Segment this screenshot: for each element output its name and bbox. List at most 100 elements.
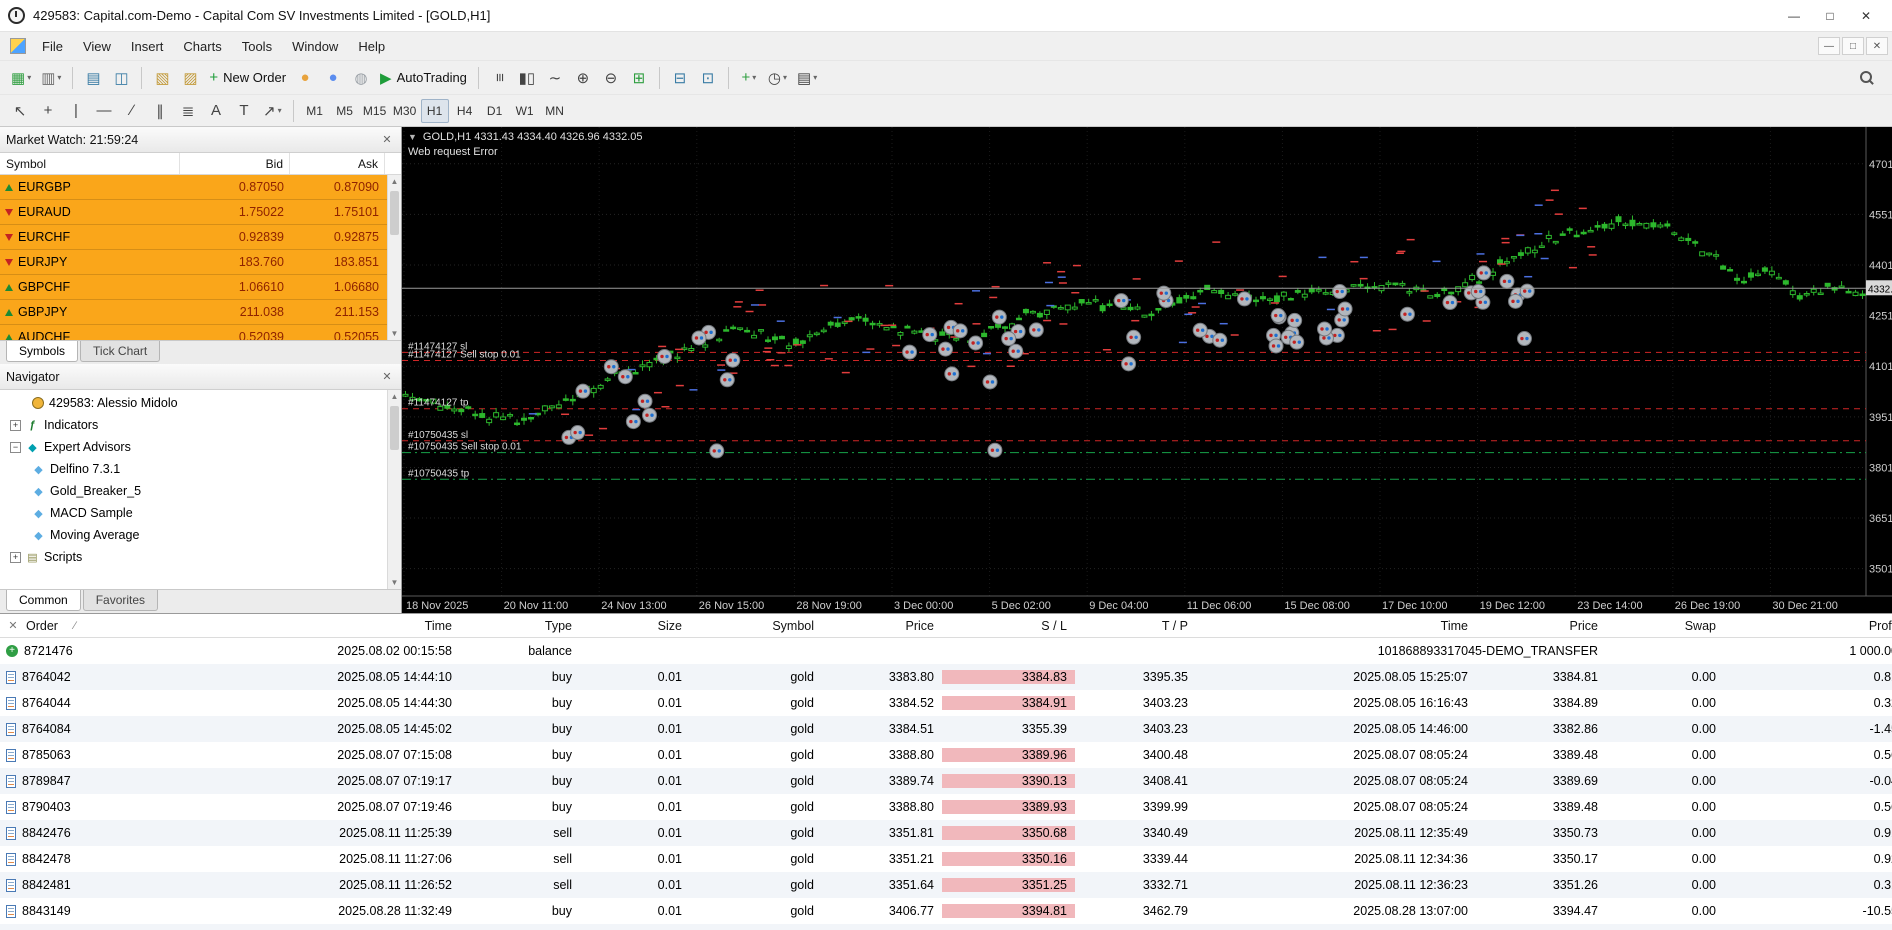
scroll-up-icon[interactable]: ▲ [388, 175, 401, 188]
tree-item-indicators[interactable]: + ƒ Indicators [0, 414, 401, 436]
chart-close-button[interactable]: ✕ [1866, 37, 1888, 55]
minimize-button[interactable]: — [1776, 3, 1812, 29]
search-button[interactable] [1854, 65, 1880, 91]
web-terminal-button[interactable]: ◍ [348, 65, 374, 91]
navigator-close-icon[interactable]: ✕ [379, 370, 395, 383]
tab-tick-chart[interactable]: Tick Chart [80, 341, 161, 362]
terminal-row-8721476[interactable]: +8721476 2025.08.02 00:15:58 balance 101868… [0, 638, 1892, 664]
market-watch-row-gbpjpy[interactable]: GBPJPY 211.038 211.153 [0, 300, 401, 325]
tree-item-delfino-7-3-1[interactable]: ◆ Delfino 7.3.1 [0, 458, 401, 480]
tree-item-expert-advisors[interactable]: − ◆ Expert Advisors [0, 436, 401, 458]
zoom-out-button[interactable]: ⊖ [598, 65, 624, 91]
terminal-row-8764042[interactable]: 8764042 2025.08.05 14:44:10 buy 0.01 gold 338… [0, 664, 1892, 690]
tab-common[interactable]: Common [6, 590, 81, 611]
terminal-close-icon[interactable]: ✕ [6, 619, 20, 632]
terminal-row-8790403[interactable]: 8790403 2025.08.07 07:19:46 buy 0.01 gold 338… [0, 794, 1892, 820]
chart-bars-button[interactable]: ≡ [486, 65, 512, 91]
community-button[interactable]: ● [320, 65, 346, 91]
chart-restore-button[interactable]: □ [1842, 37, 1864, 55]
navigator-scrollbar[interactable]: ▲ ▼ [387, 390, 401, 589]
scroll-up-icon[interactable]: ▲ [388, 390, 401, 403]
timeframe-m5-button[interactable]: M5 [331, 99, 359, 123]
tree-item-429583-alessio-midolo[interactable]: 429583: Alessio Midolo [0, 392, 401, 414]
terminal-row-8842478[interactable]: 8842478 2025.08.11 11:27:06 sell 0.01 gold 33… [0, 846, 1892, 872]
zoom-in-button[interactable]: ⊕ [570, 65, 596, 91]
mql5-market-button[interactable]: ● [292, 65, 318, 91]
cursor-tool-button[interactable]: ↖ [7, 98, 33, 124]
terminal-row-8842481[interactable]: 8842481 2025.08.11 11:26:52 sell 0.01 gold 33… [0, 872, 1892, 898]
terminal-toggle-button[interactable]: ▨ [177, 65, 203, 91]
chart-profiles-button[interactable]: ▥ ▾ [37, 65, 65, 91]
auto-scroll-button[interactable]: ⊟ [667, 65, 693, 91]
timeframe-mn-button[interactable]: MN [541, 99, 569, 123]
chart-canvas[interactable]: ▼ GOLD,H1 4331.43 4334.40 4326.96 4332.0… [402, 127, 1892, 613]
scroll-down-icon[interactable]: ▼ [388, 327, 401, 340]
terminal-row-8855093[interactable]: 88550932025.08.11 11:39:01sell0.01gold33… [0, 924, 1892, 930]
data-window-toggle-button[interactable]: ◫ [108, 65, 134, 91]
market-watch-row-audchf[interactable]: AUDCHF 0.52039 0.52055 [0, 325, 401, 340]
tree-item-gold-breaker-5[interactable]: ◆ Gold_Breaker_5 [0, 480, 401, 502]
arrows-tool-button[interactable]: ↗ ▾ [259, 98, 286, 124]
close-button[interactable]: ✕ [1848, 3, 1884, 29]
trendline-tool-button[interactable]: ∕ [119, 98, 145, 124]
text-label-tool-button[interactable]: T [231, 98, 257, 124]
crosshair-tool-button[interactable]: + [35, 98, 61, 124]
tree-item-macd-sample[interactable]: ◆ MACD Sample [0, 502, 401, 524]
menu-tools[interactable]: Tools [232, 35, 282, 58]
market-watch-scrollbar[interactable]: ▲ ▼ [387, 175, 401, 340]
expand-plus-icon[interactable]: + [10, 419, 21, 431]
navigator-toggle-button[interactable]: ▧ [149, 65, 175, 91]
timeframe-h1-button[interactable]: H1 [420, 98, 449, 123]
chart-templates-button[interactable]: ▤ ▾ [793, 65, 821, 91]
chart-menu-caret-icon[interactable]: ▼ [408, 132, 417, 142]
chart-svg[interactable]: 4701 4551 4401 4251 4101 3951 3801 3651 3501 18 N… [402, 127, 1892, 613]
menu-help[interactable]: Help [348, 35, 395, 58]
timeframe-m1-button[interactable]: M1 [301, 99, 329, 123]
chart-candles-button[interactable]: ▮▯ [514, 65, 540, 91]
new-order-button[interactable]: + New Order [205, 65, 290, 91]
terminal-row-8843149[interactable]: 8843149 2025.08.28 11:32:49 buy 0.01 gold 340… [0, 898, 1892, 924]
chart-shift-button[interactable]: ⊡ [695, 65, 721, 91]
horizontal-line-tool-button[interactable]: ― [91, 98, 117, 124]
scroll-down-icon[interactable]: ▼ [388, 576, 401, 589]
text-tool-button[interactable]: A [203, 98, 229, 124]
new-chart-button[interactable]: ▦ ▾ [7, 65, 35, 91]
sort-indicator-icon[interactable]: ∕ [74, 620, 76, 632]
timeframe-m30-button[interactable]: M30 [391, 99, 419, 123]
tab-symbols[interactable]: Symbols [6, 341, 79, 362]
terminal-row-8842476[interactable]: 8842476 2025.08.11 11:25:39 sell 0.01 gold 33… [0, 820, 1892, 846]
timeframe-d1-button[interactable]: D1 [481, 99, 509, 123]
terminal-row-8764084[interactable]: 8764084 2025.08.05 14:45:02 buy 0.01 gold 338… [0, 716, 1892, 742]
autotrading-button[interactable]: ▶ AutoTrading [376, 65, 471, 91]
menu-file[interactable]: File [32, 35, 73, 58]
terminal-row-8785063[interactable]: 8785063 2025.08.07 07:15:08 buy 0.01 gold 338… [0, 742, 1892, 768]
timeframe-w1-button[interactable]: W1 [511, 99, 539, 123]
collapse-minus-icon[interactable]: − [10, 441, 21, 453]
scroll-thumb[interactable] [390, 406, 399, 450]
tree-item-moving-average[interactable]: ◆ Moving Average [0, 524, 401, 546]
fibonacci-tool-button[interactable]: ≣ [175, 98, 201, 124]
timeframe-h4-button[interactable]: H4 [451, 99, 479, 123]
market-watch-row-eurgbp[interactable]: EURGBP 0.87050 0.87090 [0, 175, 401, 200]
terminal-row-8764044[interactable]: 8764044 2025.08.05 14:44:30 buy 0.01 gold 338… [0, 690, 1892, 716]
maximize-button[interactable]: □ [1812, 3, 1848, 29]
chart-line-button[interactable]: ∼ [542, 65, 568, 91]
tree-item-scripts[interactable]: + ▤ Scripts [0, 546, 401, 568]
timeframe-m15-button[interactable]: M15 [361, 99, 389, 123]
tile-windows-button[interactable]: ⊞ [626, 65, 652, 91]
equidistant-channel-tool-button[interactable]: ∥ [147, 98, 173, 124]
market-watch-row-gbpchf[interactable]: GBPCHF 1.06610 1.06680 [0, 275, 401, 300]
menu-window[interactable]: Window [282, 35, 348, 58]
market-watch-close-icon[interactable]: ✕ [379, 133, 395, 146]
chart-minimize-button[interactable]: — [1818, 37, 1840, 55]
vertical-line-tool-button[interactable]: | [63, 98, 89, 124]
scroll-thumb[interactable] [390, 191, 399, 235]
menu-charts[interactable]: Charts [173, 35, 231, 58]
menu-view[interactable]: View [73, 35, 121, 58]
tab-favorites[interactable]: Favorites [82, 590, 159, 611]
add-indicator-button[interactable]: + ▾ [736, 65, 762, 91]
terminal-row-8789847[interactable]: 8789847 2025.08.07 07:19:17 buy 0.01 gold 338… [0, 768, 1892, 794]
expand-plus-icon[interactable]: + [10, 551, 21, 563]
menu-insert[interactable]: Insert [121, 35, 174, 58]
market-watch-toggle-button[interactable]: ▤ [80, 65, 106, 91]
